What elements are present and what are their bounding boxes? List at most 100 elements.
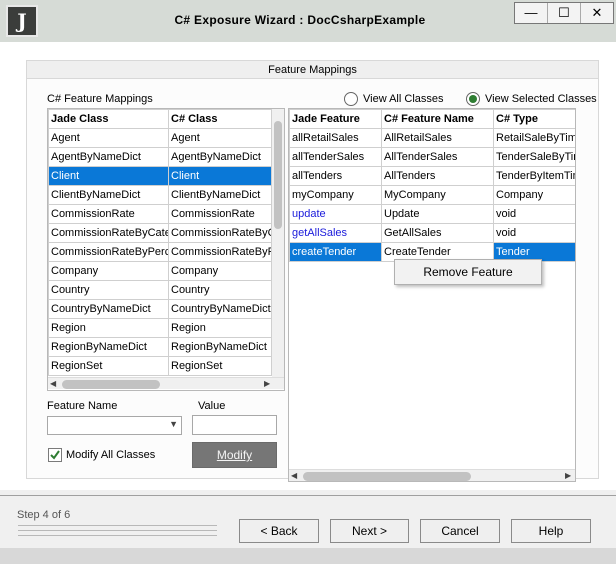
modify-all-label[interactable]: Modify All Classes bbox=[66, 449, 155, 461]
class-grid-hscroll[interactable]: ◀ ▶ bbox=[48, 377, 284, 389]
class-grid-row[interactable]: RegionSet RegionSet bbox=[48, 356, 272, 376]
remove-feature-menu-item[interactable]: Remove Feature bbox=[423, 265, 512, 279]
scroll-left-icon[interactable]: ◀ bbox=[50, 378, 56, 390]
feature-grid-cell[interactable]: RetailSaleByTime bbox=[493, 128, 575, 148]
modify-all-checkbox[interactable] bbox=[48, 448, 62, 462]
feature-grid-column-header[interactable]: C# Type bbox=[493, 109, 575, 129]
class-grid-cell[interactable]: RegionByNameDict bbox=[48, 337, 169, 357]
value-input[interactable] bbox=[192, 415, 277, 435]
scroll-left-icon[interactable]: ◀ bbox=[291, 470, 297, 481]
class-grid-cell[interactable]: AgentByNameDict bbox=[48, 147, 169, 167]
view-selected-label[interactable]: View Selected Classes bbox=[485, 93, 599, 105]
view-selected-radio[interactable] bbox=[466, 92, 480, 106]
view-all-label[interactable]: View All Classes bbox=[363, 93, 444, 105]
cancel-button[interactable]: Cancel bbox=[420, 519, 500, 543]
class-grid-cell[interactable]: Country bbox=[48, 280, 169, 300]
maximize-button[interactable]: ☐ bbox=[547, 3, 580, 23]
feature-grid-cell[interactable]: allTenderSales bbox=[289, 147, 382, 167]
class-grid-cell[interactable]: Company bbox=[48, 261, 169, 281]
feature-grid-cell[interactable]: createTender bbox=[289, 242, 382, 262]
feature-grid-cell[interactable]: myCompany bbox=[289, 185, 382, 205]
view-all-radio[interactable] bbox=[344, 92, 358, 106]
chevron-down-icon[interactable]: ▼ bbox=[169, 419, 178, 429]
class-grid-cell[interactable]: Agent bbox=[168, 128, 272, 148]
class-grid-cell[interactable]: CountryByNameDict bbox=[168, 299, 272, 319]
feature-grid-row[interactable]: allRetailSales AllRetailSales RetailSaleBy… bbox=[289, 128, 575, 148]
class-grid-cell[interactable]: CountryByNameDict bbox=[48, 299, 169, 319]
feature-grid-cell[interactable]: GetAllSales bbox=[381, 223, 494, 243]
class-grid-cell[interactable]: AgentByNameDict bbox=[168, 147, 272, 167]
feature-grid-cell[interactable]: AllTenderSales bbox=[381, 147, 494, 167]
feature-grid-cell[interactable]: update bbox=[289, 204, 382, 224]
feature-grid-cell[interactable]: AllTenders bbox=[381, 166, 494, 186]
class-grid-row[interactable]: CommissionRateByPerce CommissionRateByPe bbox=[48, 242, 272, 262]
feature-grid-row[interactable]: myCompany MyCompany Company bbox=[289, 185, 575, 205]
class-grid-cell[interactable]: Client bbox=[48, 166, 169, 186]
class-grid-cell[interactable]: Agent bbox=[48, 128, 169, 148]
feature-grid-cell[interactable]: allTenders bbox=[289, 166, 382, 186]
next-button[interactable]: Next > bbox=[330, 519, 409, 543]
feature-grid-hscroll[interactable]: ◀ ▶ bbox=[289, 469, 575, 481]
class-grid-row[interactable]: ClientByNameDict ClientByNameDict bbox=[48, 185, 272, 205]
class-grid-row[interactable]: Country Country bbox=[48, 280, 272, 300]
close-button[interactable]: ✕ bbox=[580, 3, 613, 23]
feature-grid-row[interactable]: allTenderSales AllTenderSales TenderSaleBy… bbox=[289, 147, 575, 167]
class-grid-row[interactable]: RegionByNameDict RegionByNameDict bbox=[48, 337, 272, 357]
back-button[interactable]: < Back bbox=[239, 519, 319, 543]
feature-name-select[interactable]: ▼ bbox=[47, 416, 182, 435]
class-grid-cell[interactable]: CommissionRateByPe bbox=[168, 242, 272, 262]
feature-grid-cell[interactable]: TenderSaleByTim bbox=[493, 147, 575, 167]
feature-grid-cell[interactable]: AllRetailSales bbox=[381, 128, 494, 148]
class-grid-cell[interactable]: RegionSet bbox=[168, 356, 272, 376]
class-grid-row[interactable]: CountryByNameDict CountryByNameDict bbox=[48, 299, 272, 319]
class-grid-cell[interactable]: CommissionRateByCa bbox=[168, 223, 272, 243]
class-grid-row[interactable]: Client Client bbox=[48, 166, 272, 186]
class-grid-column-header[interactable]: Jade Class bbox=[48, 109, 169, 129]
feature-grid-cell[interactable]: void bbox=[493, 204, 575, 224]
class-grid-cell[interactable]: CommissionRateByCateg bbox=[48, 223, 169, 243]
class-grid-row[interactable]: CommissionRate CommissionRate bbox=[48, 204, 272, 224]
class-grid-cell[interactable]: RegionByNameDict bbox=[168, 337, 272, 357]
class-grid-hscroll-thumb[interactable] bbox=[62, 380, 160, 389]
feature-grid-row[interactable]: allTenders AllTenders TenderByItemTim bbox=[289, 166, 575, 186]
feature-grid-row[interactable]: update Update void bbox=[289, 204, 575, 224]
scroll-right-icon[interactable]: ▶ bbox=[565, 470, 571, 481]
class-grid-column-header[interactable]: C# Class bbox=[168, 109, 272, 129]
feature-grid-column-header[interactable]: C# Feature Name bbox=[381, 109, 494, 129]
modify-button[interactable]: Modify bbox=[192, 442, 277, 468]
step-indicator: Step 4 of 6 bbox=[17, 509, 71, 521]
feature-grid-cell[interactable]: allRetailSales bbox=[289, 128, 382, 148]
class-grid-cell[interactable]: ClientByNameDict bbox=[48, 185, 169, 205]
class-grid-row[interactable]: Company Company bbox=[48, 261, 272, 281]
feature-grid-cell[interactable]: Update bbox=[381, 204, 494, 224]
feature-grid-cell[interactable]: getAllSales bbox=[289, 223, 382, 243]
class-grid-cell[interactable]: RegionSet bbox=[48, 356, 169, 376]
class-grid-row[interactable]: AgentByNameDict AgentByNameDict bbox=[48, 147, 272, 167]
progress-line bbox=[18, 525, 217, 526]
minimize-button[interactable]: — bbox=[515, 3, 547, 23]
class-grid-row[interactable]: Agent Agent bbox=[48, 128, 272, 148]
feature-grid-column-header[interactable]: Jade Feature bbox=[289, 109, 382, 129]
class-grid-vscroll-thumb[interactable] bbox=[274, 121, 282, 229]
feature-grid-cell[interactable]: void bbox=[493, 223, 575, 243]
feature-grid-hscroll-thumb[interactable] bbox=[303, 472, 471, 481]
scroll-right-icon[interactable]: ▶ bbox=[264, 378, 270, 390]
class-grid-cell[interactable]: Client bbox=[168, 166, 272, 186]
class-grid-row[interactable]: CommissionRateByCateg CommissionRateByCa bbox=[48, 223, 272, 243]
class-grid-cell[interactable]: Region bbox=[48, 318, 169, 338]
feature-grid-cell[interactable]: Company bbox=[493, 185, 575, 205]
class-grid-row[interactable]: Region Region bbox=[48, 318, 272, 338]
feature-grid-cell[interactable]: TenderByItemTim bbox=[493, 166, 575, 186]
progress-line bbox=[18, 535, 217, 536]
help-button[interactable]: Help bbox=[511, 519, 591, 543]
class-grid-cell[interactable]: CommissionRate bbox=[168, 204, 272, 224]
feature-grid-cell[interactable]: MyCompany bbox=[381, 185, 494, 205]
class-grid-cell[interactable]: Country bbox=[168, 280, 272, 300]
class-grid-cell[interactable]: Region bbox=[168, 318, 272, 338]
class-grid-vscroll[interactable] bbox=[272, 109, 284, 377]
class-grid-cell[interactable]: Company bbox=[168, 261, 272, 281]
class-grid-cell[interactable]: CommissionRateByPerce bbox=[48, 242, 169, 262]
class-grid-cell[interactable]: CommissionRate bbox=[48, 204, 169, 224]
feature-grid-row[interactable]: getAllSales GetAllSales void bbox=[289, 223, 575, 243]
class-grid-cell[interactable]: ClientByNameDict bbox=[168, 185, 272, 205]
